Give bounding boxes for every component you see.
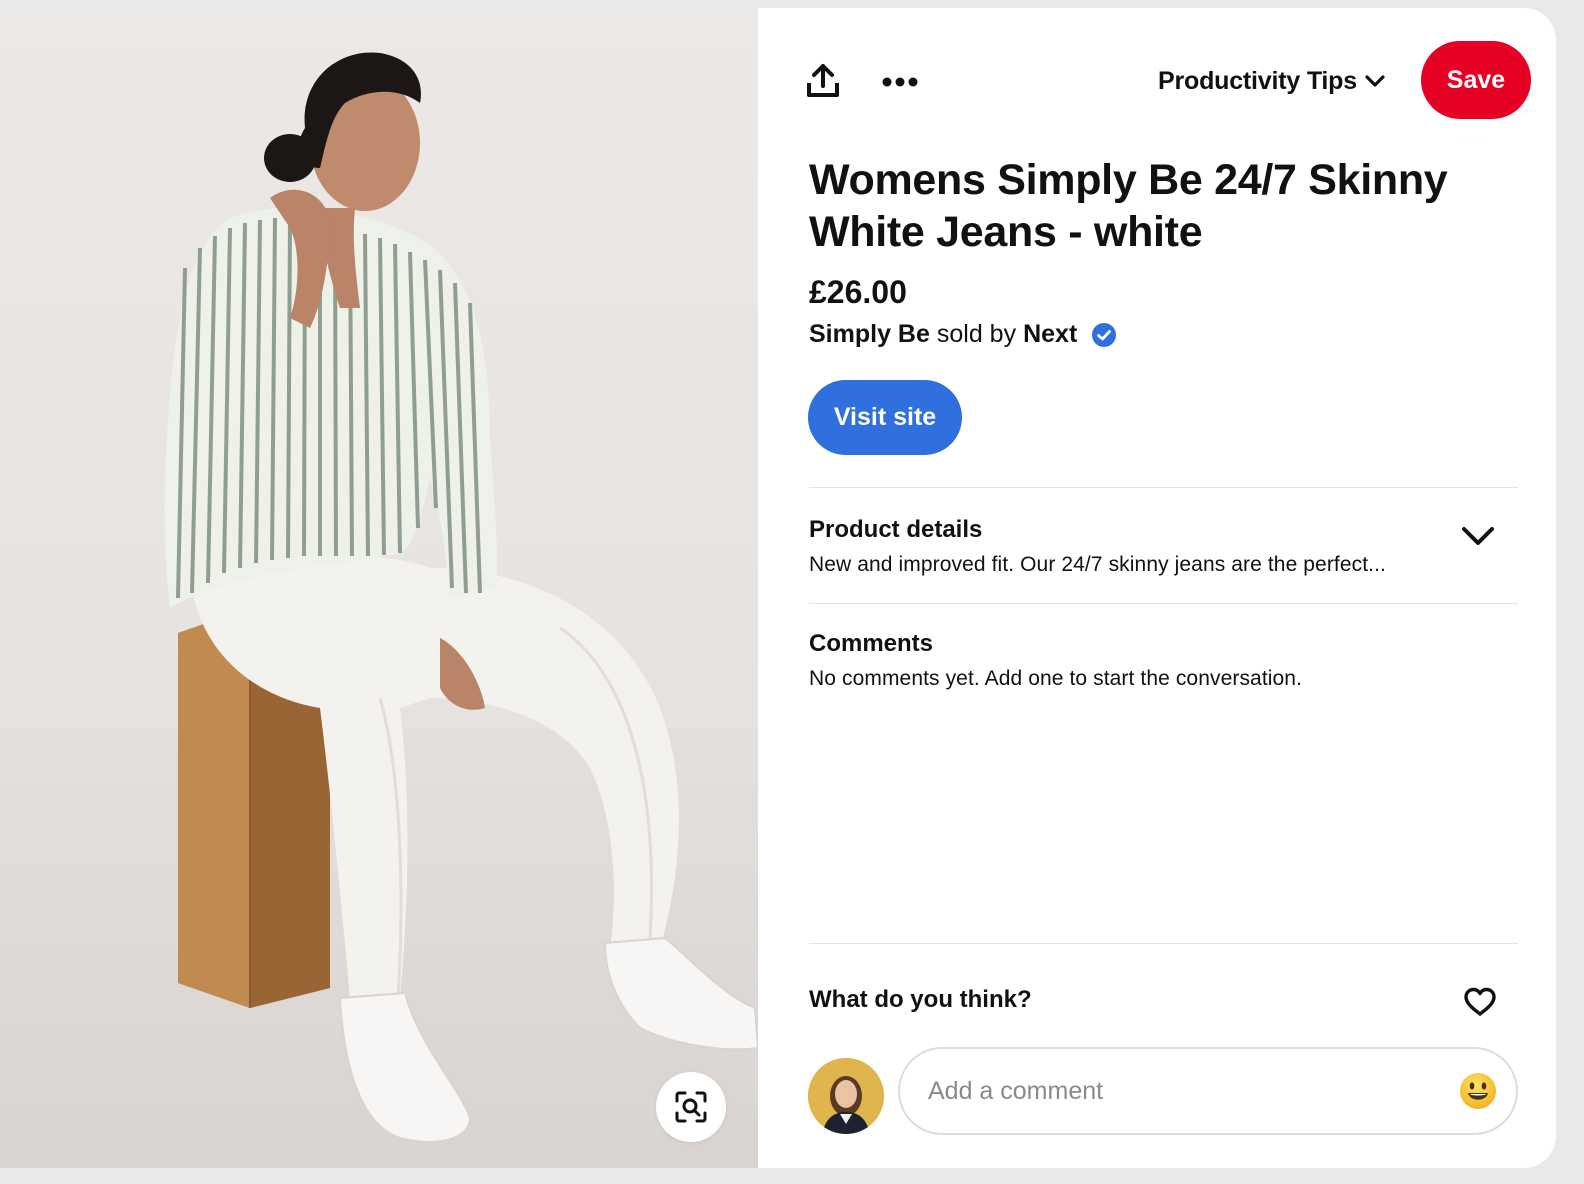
emoji-picker-button[interactable]	[1456, 1069, 1500, 1113]
product-details-text: New and improved fit. Our 24/7 skinny je…	[809, 553, 1386, 576]
board-picker[interactable]: Productivity Tips	[1158, 64, 1385, 98]
visual-search-button[interactable]	[656, 1072, 726, 1142]
pin-title: Womens Simply Be 24/7 Skinny White Jeans…	[809, 156, 1448, 256]
save-button[interactable]: Save	[1421, 41, 1531, 119]
user-avatar-image	[808, 1058, 884, 1134]
sold-by-label: sold by	[936, 320, 1017, 348]
comments-empty-text: No comments yet. Add one to start the co…	[809, 667, 1303, 690]
divider	[809, 943, 1518, 944]
comments-heading: Comments	[809, 630, 934, 657]
board-name: Productivity Tips	[1158, 66, 1357, 95]
verified-badge-icon	[1090, 321, 1118, 349]
product-details-toggle[interactable]	[1458, 516, 1498, 556]
pin-info-panel: Productivity Tips Save Womens Simply Be …	[758, 8, 1556, 1168]
brand-link[interactable]: Simply Be	[809, 320, 930, 349]
share-upload-icon	[807, 64, 839, 97]
smiley-emoji-icon	[1460, 1073, 1496, 1109]
product-photo	[164, 52, 758, 1143]
share-button[interactable]	[800, 58, 846, 104]
visual-search-icon	[675, 1091, 707, 1123]
avatar[interactable]	[808, 1058, 884, 1134]
chevron-down-icon	[1462, 527, 1494, 545]
divider	[809, 487, 1518, 488]
comment-box[interactable]	[898, 1047, 1518, 1135]
chevron-down-icon	[1365, 75, 1385, 87]
product-price: £26.00	[809, 274, 907, 310]
react-button[interactable]	[1458, 980, 1502, 1024]
pin-image[interactable]	[0, 8, 758, 1168]
feedback-prompt: What do you think?	[809, 986, 1032, 1013]
seller-line: Simply Be sold by Next	[809, 320, 1118, 349]
comment-input[interactable]	[928, 1076, 1456, 1106]
more-options-button[interactable]	[876, 60, 924, 104]
product-details-heading[interactable]: Product details	[809, 516, 982, 544]
more-dots-icon	[882, 77, 918, 87]
heart-icon	[1464, 987, 1496, 1016]
pin-closeup-card: Productivity Tips Save Womens Simply Be …	[0, 8, 1556, 1168]
divider	[809, 603, 1518, 604]
merchant-link[interactable]: Next	[1023, 320, 1077, 349]
visit-site-button[interactable]: Visit site	[808, 380, 962, 455]
